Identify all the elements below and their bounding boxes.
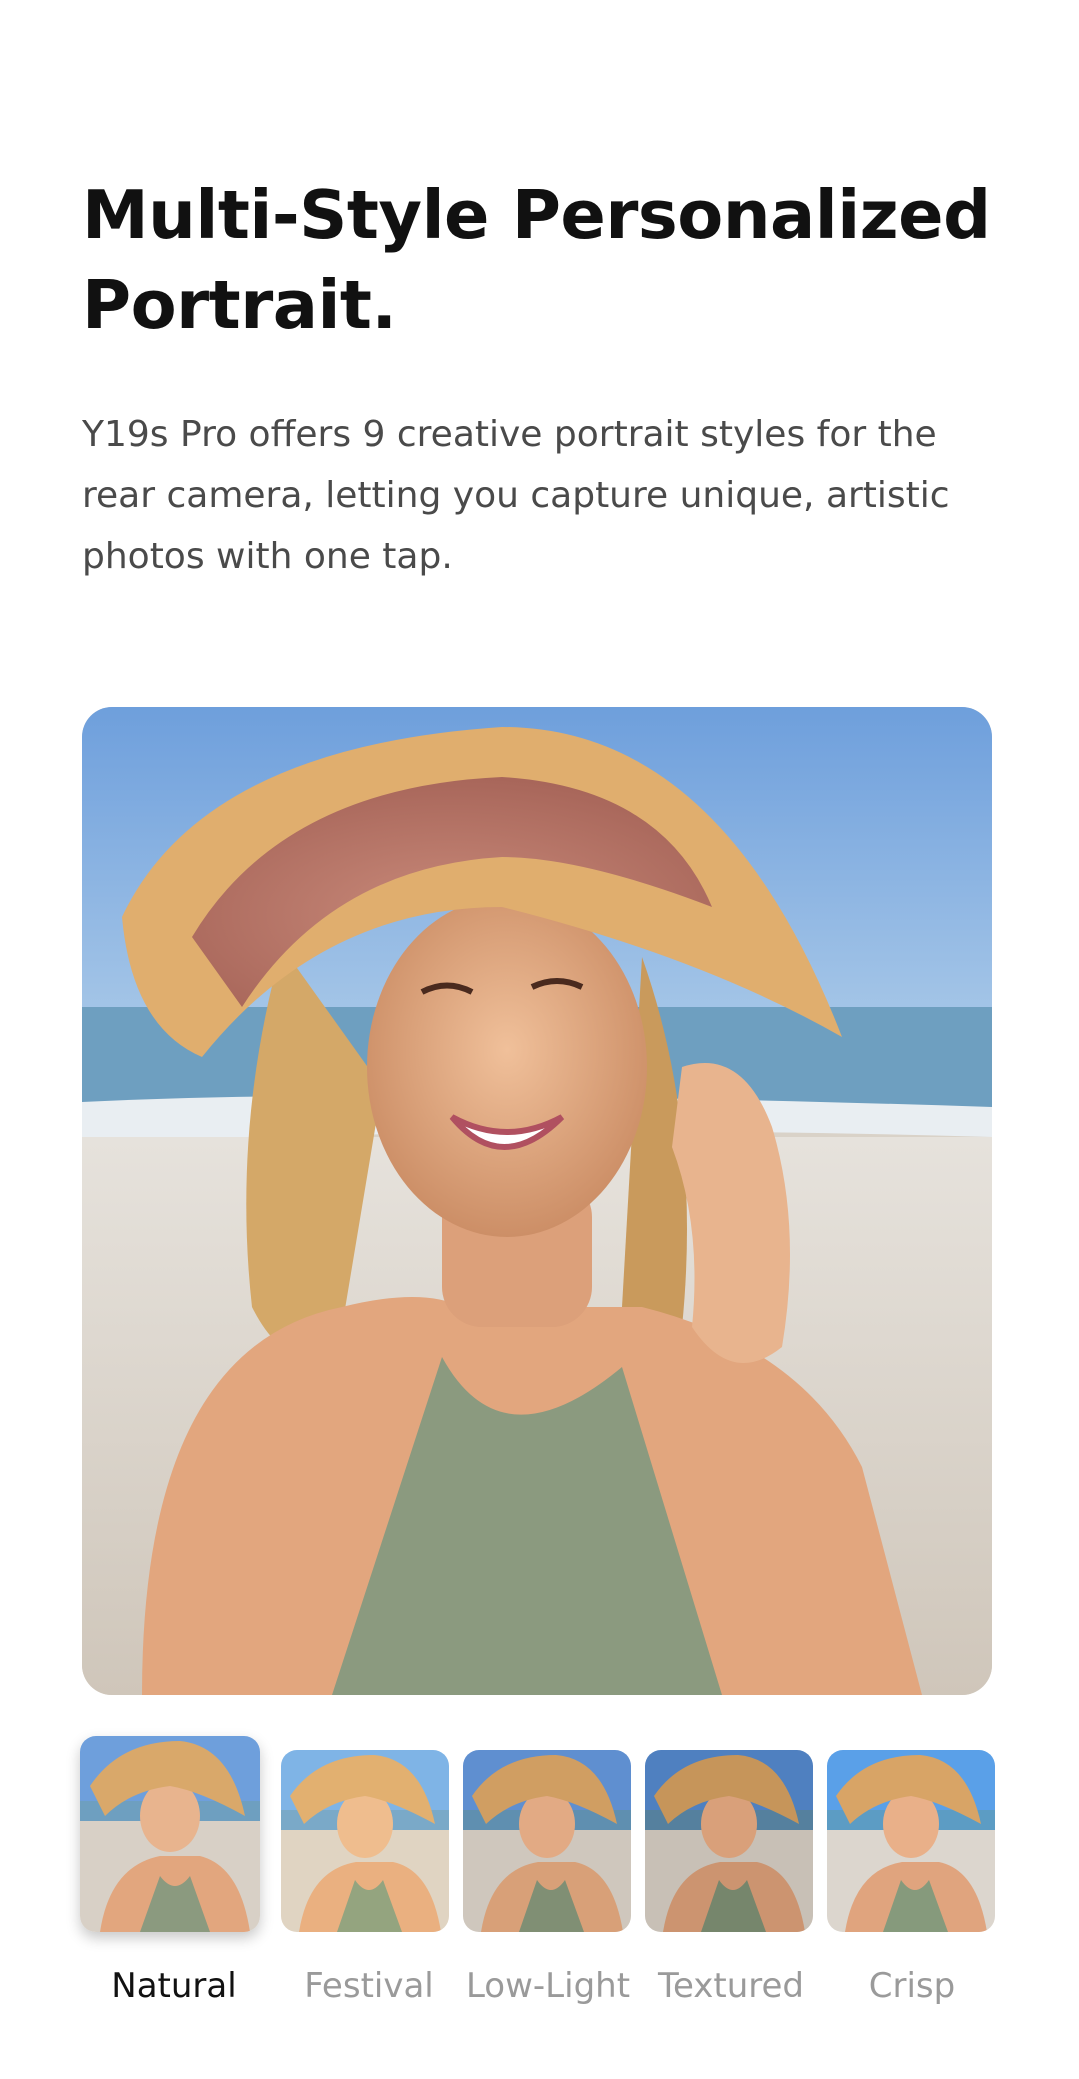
page-title: Multi-Style Personalized Portrait. xyxy=(82,176,991,344)
style-label-festival[interactable]: Festival xyxy=(279,1964,459,2008)
style-thumb-natural[interactable] xyxy=(80,1736,260,1932)
style-label-textured[interactable]: Textured xyxy=(641,1964,821,2008)
style-label-natural[interactable]: Natural xyxy=(84,1964,264,2008)
style-thumb-crisp[interactable] xyxy=(827,1750,995,1932)
portrait-preview-image xyxy=(82,707,992,1695)
page-description: Y19s Pro offers 9 creative portrait styl… xyxy=(82,414,950,577)
style-thumb-festival[interactable] xyxy=(281,1750,449,1932)
style-thumb-low-light[interactable] xyxy=(463,1750,631,1932)
style-label-low-light[interactable]: Low-Light xyxy=(458,1964,638,2008)
style-label-crisp[interactable]: Crisp xyxy=(822,1964,1002,2008)
style-thumb-textured[interactable] xyxy=(645,1750,813,1932)
